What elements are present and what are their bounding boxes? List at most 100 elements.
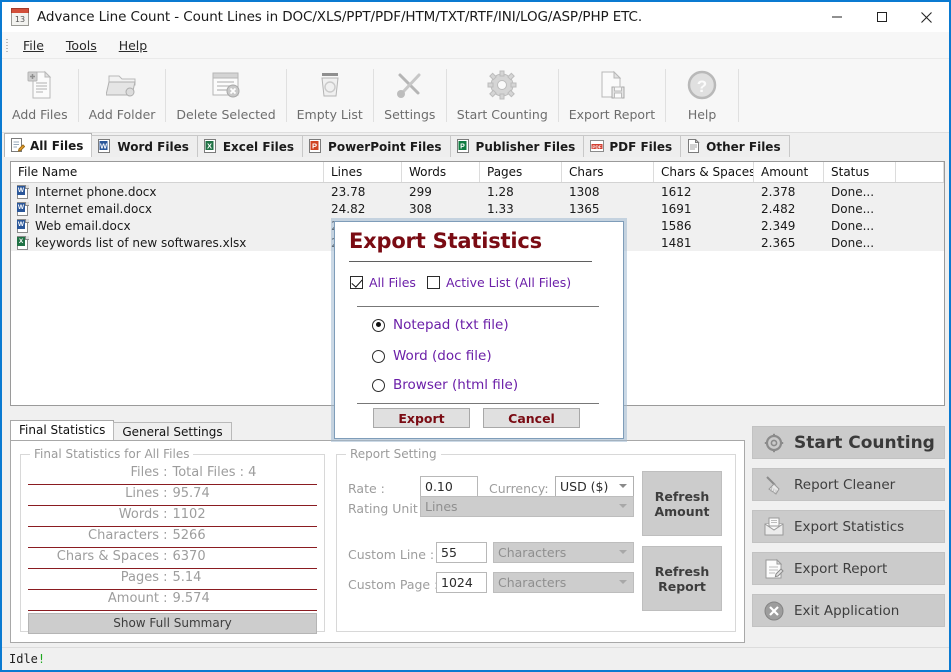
window-controls bbox=[814, 2, 949, 32]
toolbar-add-folder-label: Add Folder bbox=[88, 106, 156, 122]
tab-other-files-label: Other Files bbox=[706, 139, 781, 154]
tab-all-files-label: All Files bbox=[30, 138, 84, 153]
stat-value: 95.74 bbox=[172, 486, 210, 501]
rate-label: Rate : bbox=[348, 481, 385, 496]
close-button[interactable] bbox=[904, 2, 949, 32]
rate-input[interactable]: 0.10 bbox=[420, 476, 478, 497]
radio-word[interactable]: Word (doc file) bbox=[372, 348, 492, 364]
powerpoint-icon: P bbox=[309, 139, 323, 154]
radio-browser[interactable]: Browser (html file) bbox=[372, 377, 518, 393]
radio-notepad-button[interactable] bbox=[372, 318, 385, 332]
column-header-chars-spaces[interactable]: Chars & Spaces bbox=[654, 162, 754, 182]
checkbox-active-list-box[interactable] bbox=[427, 276, 440, 289]
file-status: Done... bbox=[831, 235, 875, 250]
report-setting-group: Report Setting Rate : 0.10 Currency: USD… bbox=[336, 447, 736, 632]
tab-publisher-files[interactable]: P Publisher Files bbox=[449, 135, 585, 157]
gear-icon bbox=[763, 432, 785, 454]
action-exit-application[interactable]: Exit Application bbox=[752, 594, 945, 627]
radio-notepad[interactable]: Notepad (txt file) bbox=[372, 317, 509, 333]
column-header-status[interactable]: Status bbox=[824, 162, 896, 182]
add-folder-icon bbox=[106, 68, 138, 102]
toolbar-delete-selected[interactable]: Delete Selected bbox=[166, 59, 285, 132]
rating-unit-select[interactable]: Lines bbox=[420, 496, 634, 517]
toolbar-help[interactable]: ? Help bbox=[666, 59, 738, 132]
stat-label: Words : bbox=[118, 507, 168, 522]
other-files-icon bbox=[687, 138, 701, 154]
toolbar-start-counting[interactable]: Start Counting bbox=[447, 59, 558, 132]
action-start-counting[interactable]: Start Counting bbox=[752, 426, 945, 459]
svg-text:?: ? bbox=[697, 77, 707, 96]
refresh-report-button[interactable]: Refresh Report bbox=[642, 546, 722, 611]
menu-item-file[interactable]: File bbox=[12, 35, 55, 56]
tab-all-files[interactable]: All Files bbox=[4, 133, 93, 157]
export-report-icon bbox=[597, 68, 627, 102]
action-export-report[interactable]: Export Report bbox=[752, 552, 945, 585]
file-chars-spaces: 1691 bbox=[661, 201, 692, 216]
action-report-cleaner[interactable]: Report Cleaner bbox=[752, 468, 945, 501]
radio-word-button[interactable] bbox=[372, 349, 385, 363]
stat-label: Characters : bbox=[88, 528, 168, 543]
final-statistics-group: Final Statistics for All Files Files : T… bbox=[20, 447, 325, 634]
tab-word-files[interactable]: W Word Files bbox=[91, 135, 198, 157]
column-header-words[interactable]: Words bbox=[402, 162, 480, 182]
refresh-report-line1: Refresh bbox=[654, 563, 710, 579]
checkbox-all-files-box[interactable] bbox=[350, 276, 363, 289]
stat-value: 5.14 bbox=[172, 570, 202, 585]
custom-page-unit-select[interactable]: Characters bbox=[493, 572, 634, 593]
custom-line-input[interactable]: 55 bbox=[436, 542, 487, 563]
file-name: Internet email.docx bbox=[35, 201, 153, 216]
menu-bar: File Tools Help bbox=[2, 32, 949, 59]
custom-page-input[interactable]: 1024 bbox=[436, 572, 487, 593]
app-icon: 13 bbox=[11, 8, 29, 26]
checkbox-active-list[interactable]: Active List (All Files) bbox=[427, 275, 571, 290]
toolbar-add-folder[interactable]: Add Folder bbox=[79, 59, 166, 132]
maximize-button[interactable] bbox=[859, 2, 904, 32]
refresh-amount-line1: Refresh bbox=[654, 488, 710, 504]
checkbox-all-files[interactable]: All Files bbox=[350, 275, 416, 290]
stat-label: Lines : bbox=[125, 486, 168, 501]
action-export-statistics[interactable]: Export Statistics bbox=[752, 510, 945, 543]
file-status: Done... bbox=[831, 201, 875, 216]
svg-text:PDF: PDF bbox=[593, 144, 602, 149]
file-list-header: File Name Lines Words Pages Chars Chars … bbox=[11, 162, 944, 183]
custom-line-unit-select[interactable]: Characters bbox=[493, 542, 634, 563]
file-chars: 1308 bbox=[569, 184, 600, 199]
file-row-name-cell: W Web email.docx bbox=[11, 218, 324, 233]
column-header-amount[interactable]: Amount bbox=[754, 162, 824, 182]
toolbar: Add Files Add Folder Delete Selected Emp… bbox=[2, 59, 949, 133]
tab-pdf-files[interactable]: PDF PDF Files bbox=[583, 135, 682, 157]
radio-browser-button[interactable] bbox=[372, 378, 385, 392]
broom-icon bbox=[763, 474, 785, 496]
tab-powerpoint-files[interactable]: P PowerPoint Files bbox=[302, 135, 451, 157]
show-full-summary-button[interactable]: Show Full Summary bbox=[28, 613, 317, 634]
menu-item-help[interactable]: Help bbox=[108, 35, 159, 56]
file-amount: 2.482 bbox=[761, 201, 796, 216]
column-header-pages[interactable]: Pages bbox=[480, 162, 562, 182]
tab-other-files[interactable]: Other Files bbox=[680, 135, 790, 157]
table-row[interactable]: W Internet email.docx 24.82 308 1.33 136… bbox=[11, 200, 944, 217]
column-header-chars[interactable]: Chars bbox=[562, 162, 654, 182]
dialog-export-button[interactable]: Export bbox=[373, 408, 470, 428]
table-row[interactable]: W Internet phone.docx 23.78 299 1.28 130… bbox=[11, 183, 944, 200]
tab-general-settings[interactable]: General Settings bbox=[113, 422, 232, 441]
tab-final-statistics[interactable]: Final Statistics bbox=[10, 420, 115, 441]
toolbar-empty-list[interactable]: Empty List bbox=[287, 59, 373, 132]
report-setting-group-title: Report Setting bbox=[346, 447, 441, 461]
stat-value: 6370 bbox=[172, 549, 206, 564]
currency-select[interactable]: USD ($) bbox=[555, 476, 634, 497]
column-header-lines[interactable]: Lines bbox=[324, 162, 402, 182]
file-chars: 1365 bbox=[569, 201, 600, 216]
toolbar-empty-list-label: Empty List bbox=[296, 106, 363, 122]
tab-excel-files[interactable]: X Excel Files bbox=[196, 135, 304, 157]
custom-page-unit-value: Characters bbox=[498, 575, 567, 590]
dialog-cancel-button[interactable]: Cancel bbox=[483, 408, 580, 428]
minimize-button[interactable] bbox=[814, 2, 859, 32]
toolbar-settings[interactable]: Settings bbox=[374, 59, 446, 132]
toolbar-add-files[interactable]: Add Files bbox=[2, 59, 78, 132]
export-report-icon bbox=[763, 558, 785, 580]
toolbar-export-report[interactable]: Export Report bbox=[559, 59, 665, 132]
column-header-file-name[interactable]: File Name bbox=[11, 162, 324, 182]
tab-excel-files-label: Excel Files bbox=[222, 139, 295, 154]
refresh-amount-button[interactable]: Refresh Amount bbox=[642, 471, 722, 536]
menu-item-tools[interactable]: Tools bbox=[55, 35, 108, 56]
